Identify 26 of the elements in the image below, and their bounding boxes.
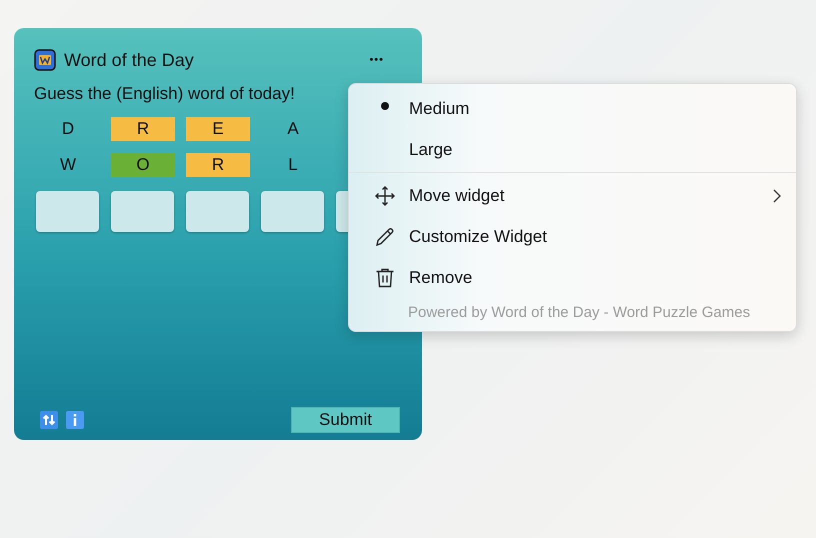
menu-item[interactable]: Remove [349, 257, 796, 298]
menu-item[interactable]: Move widget [349, 175, 796, 216]
letter-text: D [62, 118, 74, 140]
refresh-icon[interactable] [40, 411, 58, 429]
letter-text: O [136, 154, 150, 176]
letter-text: R [136, 118, 150, 140]
menu-item[interactable]: Large [349, 129, 796, 170]
letter-text: A [287, 118, 299, 140]
widget-title: Word of the Day [64, 48, 194, 72]
menu-item[interactable]: Customize Widget [349, 216, 796, 257]
letter-input-field[interactable] [36, 190, 99, 232]
powered-by-text: Powered by Word of the Day - Word Puzzle Games [407, 303, 752, 323]
letter-input-field[interactable] [111, 190, 174, 232]
letter-text: E [212, 118, 224, 140]
app-logo-icon [34, 49, 56, 71]
letter-input-field[interactable] [261, 190, 324, 232]
menu-item[interactable]: Medium [349, 88, 796, 129]
submit-button[interactable]: Submit [291, 407, 400, 433]
prompt-text: Guess the (English) word of today! [34, 83, 295, 105]
letter-text: W [60, 154, 76, 176]
letter-input-field[interactable] [186, 190, 249, 232]
info-icon[interactable] [66, 411, 84, 429]
letter-text: R [212, 154, 224, 176]
move-icon [373, 184, 397, 208]
more-button[interactable]: ••• [365, 52, 388, 68]
letter-text: L [288, 154, 298, 176]
